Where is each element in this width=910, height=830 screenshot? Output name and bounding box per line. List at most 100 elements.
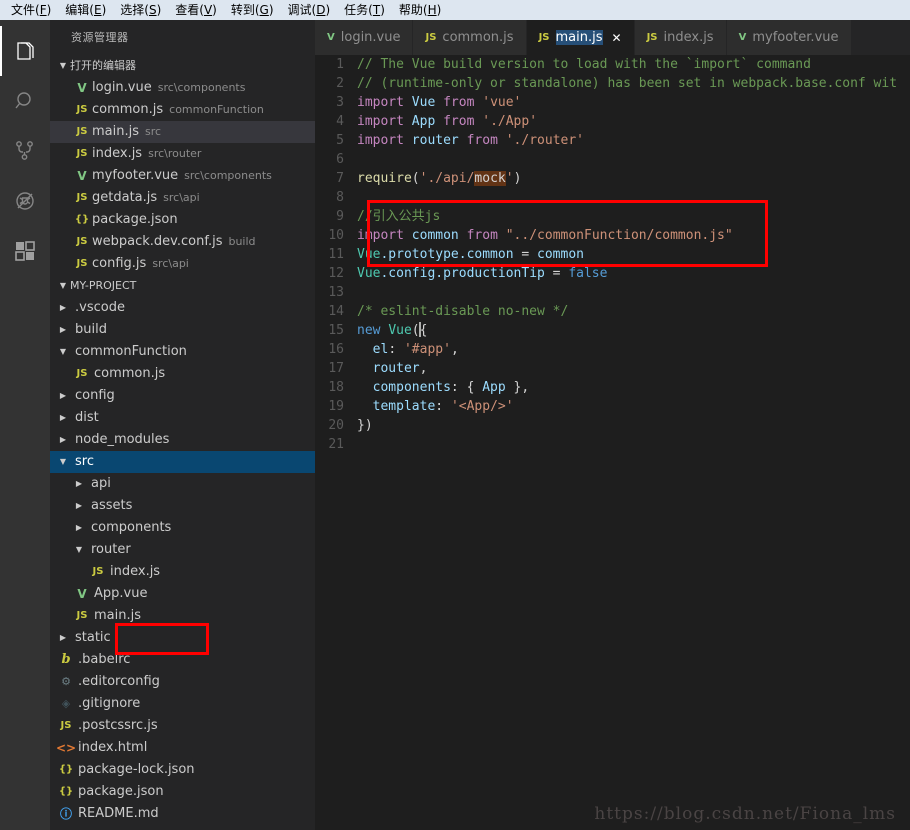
open-editor-item[interactable]: JSwebpack.dev.conf.jsbuild: [50, 231, 315, 253]
tree-file-item[interactable]: JScommon.js: [50, 363, 315, 385]
tree-folder-item[interactable]: ▶node_modules: [50, 429, 315, 451]
open-editor-item[interactable]: Vlogin.vuesrc\components: [50, 77, 315, 99]
menu-item-6[interactable]: 调试(D): [281, 0, 338, 20]
tree-folder-item[interactable]: ▶api: [50, 473, 315, 495]
tree-folder-item[interactable]: ▼commonFunction: [50, 341, 315, 363]
tree-folder-item[interactable]: ▼src: [50, 451, 315, 473]
tree-folder-item[interactable]: ▼router: [50, 539, 315, 561]
tree-file-label: common.js: [94, 363, 165, 385]
tree-folder-item[interactable]: ▶static: [50, 627, 315, 649]
tree-folder-label: components: [91, 517, 171, 539]
tree-file-item[interactable]: JSmain.js: [50, 605, 315, 627]
menu-item-3[interactable]: 选择(S): [113, 0, 168, 20]
tree-file-item[interactable]: {}package.json: [50, 781, 315, 803]
chevron-right-icon[interactable]: ▶: [72, 495, 86, 517]
tree-folder-item[interactable]: ▶components: [50, 517, 315, 539]
code-editor[interactable]: 1// The Vue build version to load with t…: [315, 55, 910, 830]
tree-folder-item[interactable]: ▶.vscode: [50, 297, 315, 319]
editor-tab[interactable]: Vlogin.vue: [315, 20, 413, 55]
menu-mnemonic: D: [316, 3, 325, 17]
chevron-right-icon[interactable]: ▶: [56, 319, 70, 341]
tree-file-item[interactable]: ⚙.editorconfig: [50, 671, 315, 693]
line-number: 12: [315, 264, 357, 283]
code-token: require: [357, 171, 412, 186]
code-line: 21: [315, 435, 910, 454]
tree-file-item[interactable]: {}package-lock.json: [50, 759, 315, 781]
chevron-right-icon[interactable]: ▶: [56, 627, 70, 649]
line-number: 17: [315, 359, 357, 378]
code-token: mock: [474, 171, 505, 186]
tree-file-item[interactable]: <>index.html: [50, 737, 315, 759]
code-token: App: [482, 380, 505, 395]
menu-item-5[interactable]: 转到(G): [224, 0, 281, 20]
menu-item-1[interactable]: 文件(F): [4, 0, 58, 20]
chevron-down-icon[interactable]: ▼: [72, 539, 86, 561]
editor-tab[interactable]: Vmyfooter.vue: [727, 20, 852, 55]
menu-item-2[interactable]: 编辑(E): [58, 0, 113, 20]
chevron-right-icon[interactable]: ▶: [72, 473, 86, 495]
open-editors-header[interactable]: ▼ 打开的编辑器: [50, 55, 315, 77]
open-editor-item[interactable]: JScommon.jscommonFunction: [50, 99, 315, 121]
js-file-icon: JS: [539, 32, 550, 43]
line-number: 16: [315, 340, 357, 359]
code-token: common: [537, 247, 584, 262]
explorer-sidebar: 资源管理器 ▼ 打开的编辑器 Vlogin.vuesrc\componentsJ…: [50, 20, 315, 830]
open-editor-item[interactable]: Vmyfooter.vuesrc\components: [50, 165, 315, 187]
js-file-icon: JS: [425, 32, 436, 43]
tree-file-item[interactable]: VApp.vue: [50, 583, 315, 605]
code-text: // The Vue build version to load with th…: [357, 55, 811, 74]
chevron-right-icon[interactable]: ▶: [56, 407, 70, 429]
js-file-icon: JS: [88, 561, 108, 583]
tree-folder-item[interactable]: ▶dist: [50, 407, 315, 429]
open-editor-item[interactable]: {}package.json: [50, 209, 315, 231]
code-text: import router from './router': [357, 131, 584, 150]
chevron-down-icon[interactable]: ▼: [56, 341, 70, 363]
tree-file-label: package.json: [78, 781, 164, 803]
code-token: el: [357, 342, 388, 357]
tree-file-item[interactable]: JSindex.js: [50, 561, 315, 583]
vscode-window: 文件(F)编辑(E)选择(S)查看(V)转到(G)调试(D)任务(T)帮助(H): [0, 0, 910, 830]
tree-folder-label: router: [91, 539, 131, 561]
extensions-icon[interactable]: [0, 226, 50, 276]
code-line: 17 router,: [315, 359, 910, 378]
chevron-down-icon[interactable]: ▼: [56, 451, 70, 473]
tree-file-item[interactable]: ◈.gitignore: [50, 693, 315, 715]
tree-file-item[interactable]: JS.postcssrc.js: [50, 715, 315, 737]
chevron-right-icon[interactable]: ▶: [72, 517, 86, 539]
search-icon[interactable]: [0, 76, 50, 126]
chevron-right-icon[interactable]: ▶: [56, 385, 70, 407]
js-file-icon: JS: [72, 99, 92, 121]
editor-area: Vlogin.vueJScommon.jsJSmain.js✕JSindex.j…: [315, 20, 910, 830]
tree-folder-item[interactable]: ▶build: [50, 319, 315, 341]
code-text: require('./api/mock'): [357, 169, 521, 188]
open-editor-name: package.json: [92, 209, 178, 231]
open-editor-item[interactable]: JSmain.jssrc: [50, 121, 315, 143]
code-token: ): [365, 418, 373, 433]
editor-tab[interactable]: JSindex.js: [635, 20, 727, 55]
open-editor-item[interactable]: JSgetdata.jssrc\api: [50, 187, 315, 209]
json-file-icon: {}: [56, 781, 76, 803]
tree-file-item[interactable]: ⓘREADME.md: [50, 803, 315, 825]
editor-tab[interactable]: JSmain.js✕: [527, 20, 635, 55]
tree-folder-label: assets: [91, 495, 132, 517]
code-text: Vue.prototype.common = common: [357, 245, 584, 264]
menu-item-8[interactable]: 帮助(H): [392, 0, 448, 20]
tree-file-label: .gitignore: [78, 693, 140, 715]
menu-item-4[interactable]: 查看(V): [168, 0, 224, 20]
project-header[interactable]: ▼ MY-PROJECT: [50, 275, 315, 297]
open-editor-name: common.js: [92, 99, 163, 121]
editor-tab[interactable]: JScommon.js: [413, 20, 526, 55]
tree-folder-item[interactable]: ▶assets: [50, 495, 315, 517]
editor-tab-label: login.vue: [341, 30, 401, 45]
open-editor-item[interactable]: JSconfig.jssrc\api: [50, 253, 315, 275]
close-icon[interactable]: ✕: [612, 31, 622, 45]
explorer-icon[interactable]: [0, 26, 50, 76]
menu-item-7[interactable]: 任务(T): [337, 0, 392, 20]
tree-file-item[interactable]: b.babelrc: [50, 649, 315, 671]
chevron-right-icon[interactable]: ▶: [56, 429, 70, 451]
open-editor-item[interactable]: JSindex.jssrc\router: [50, 143, 315, 165]
chevron-right-icon[interactable]: ▶: [56, 297, 70, 319]
tree-folder-item[interactable]: ▶config: [50, 385, 315, 407]
source-control-icon[interactable]: [0, 126, 50, 176]
debug-icon[interactable]: [0, 176, 50, 226]
